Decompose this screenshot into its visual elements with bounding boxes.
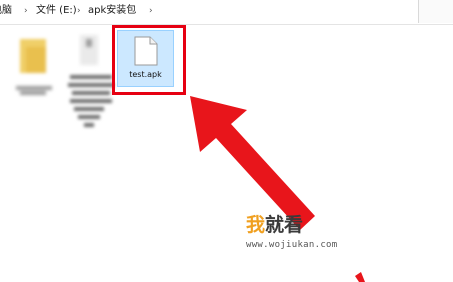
watermark-url: www.wojiukan.com — [246, 240, 338, 250]
watermark-logo-part2: 就看 — [265, 214, 304, 236]
red-arrow-icon — [190, 96, 315, 230]
decorative-mark — [355, 272, 365, 282]
watermark-logo: 我就看 — [246, 210, 303, 240]
watermark-logo-part1: 我 — [246, 214, 266, 236]
explorer-window: 电脑 › 文件 (E:) › apk安装包 › — [0, 0, 453, 282]
